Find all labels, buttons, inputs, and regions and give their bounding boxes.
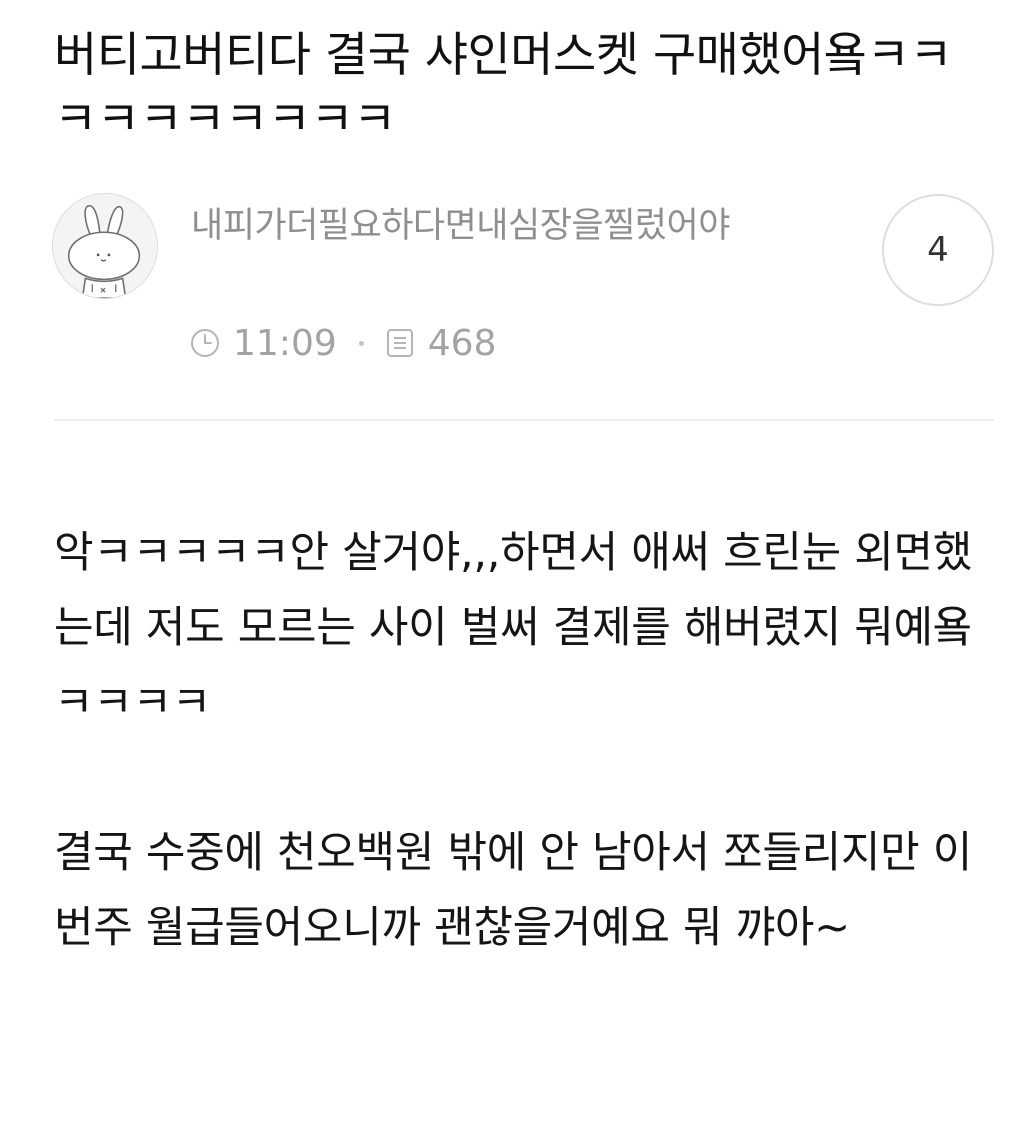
clock-icon: [189, 327, 221, 359]
bunny-avatar-icon: [53, 194, 157, 298]
document-icon: [384, 327, 416, 359]
post-title: 버티고버티다 결국 샤인머스켓 구매했어욬ㅋㅋㅋㅋㅋㅋㅋㅋㅋㅋ: [54, 28, 953, 147]
author-avatar[interactable]: [52, 193, 158, 299]
post-meta: 11:09 468: [189, 318, 496, 368]
meta-separator-dot: [358, 340, 364, 346]
author-name[interactable]: 내피가더필요하다면내심장을찔렀어야: [191, 200, 791, 252]
post-body: 악ㅋㅋㅋㅋㅋ안 살거야,,,하면서 애써 흐린눈 외면했는데 저도 모르는 사이…: [54, 516, 1004, 966]
divider: [54, 419, 994, 421]
body-paragraph: 악ㅋㅋㅋㅋㅋ안 살거야,,,하면서 애써 흐린눈 외면했는데 저도 모르는 사이…: [54, 528, 973, 728]
comment-count-button[interactable]: 4: [882, 194, 994, 306]
post-time: 11:09: [233, 322, 337, 364]
body-paragraph: 결국 수중에 천오백원 밖에 안 남아서 쪼들리지만 이번주 월급들어오니까 괜…: [54, 828, 973, 953]
view-count: 468: [427, 322, 497, 364]
